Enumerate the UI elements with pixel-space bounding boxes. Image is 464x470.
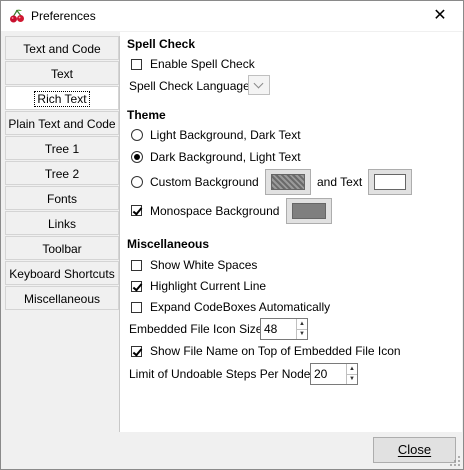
- custom-background-radio[interactable]: [131, 176, 143, 188]
- expand-codeboxes-checkbox[interactable]: [131, 302, 142, 313]
- sidebar-item-label: Text: [50, 67, 73, 81]
- enable-spell-check-checkbox[interactable]: [131, 59, 142, 70]
- close-button-label: Close: [397, 442, 432, 457]
- window-title: Preferences: [31, 9, 96, 23]
- monospace-background-swatch: [292, 203, 326, 219]
- sidebar-item-keyboard-shortcuts[interactable]: Keyboard Shortcuts: [5, 261, 119, 285]
- monospace-background-color-button[interactable]: [286, 198, 332, 224]
- enable-spell-check-label: Enable Spell Check: [150, 57, 255, 71]
- sidebar-item-label: Fonts: [46, 192, 77, 206]
- preferences-window: Preferences ✕ Text and Code Text Rich Te…: [0, 0, 464, 470]
- close-window-icon[interactable]: ✕: [425, 5, 455, 27]
- show-white-spaces-label: Show White Spaces: [150, 258, 258, 272]
- sidebar-item-miscellaneous[interactable]: Miscellaneous: [5, 286, 119, 310]
- miscellaneous-heading: Miscellaneous: [127, 237, 210, 251]
- stepper-down-icon[interactable]: ▼: [297, 329, 307, 339]
- preferences-sidebar: Text and Code Text Rich Text Plain Text …: [5, 36, 119, 312]
- sidebar-item-fonts[interactable]: Fonts: [5, 186, 119, 210]
- monospace-background-checkbox[interactable]: [131, 205, 142, 216]
- sidebar-item-label: Text and Code: [23, 42, 101, 56]
- custom-text-color-button[interactable]: [368, 169, 412, 195]
- dark-background-label: Dark Background, Light Text: [150, 150, 301, 164]
- dark-background-radio[interactable]: [131, 151, 143, 163]
- cherry-icon: [10, 9, 24, 23]
- highlight-current-line-label: Highlight Current Line: [150, 279, 267, 293]
- rich-text-settings-panel: Spell Check Enable Spell Check Spell Che…: [120, 32, 462, 432]
- sidebar-item-plain-text-and-code[interactable]: Plain Text and Code: [5, 111, 119, 135]
- undo-limit-stepper[interactable]: 20 ▲ ▼: [310, 363, 358, 385]
- chevron-down-icon: [253, 78, 264, 89]
- light-background-radio[interactable]: [131, 129, 143, 141]
- custom-background-color-button[interactable]: [265, 169, 311, 195]
- custom-background-label: Custom Background: [150, 175, 259, 189]
- custom-background-swatch: [271, 174, 305, 190]
- stepper-buttons: ▲ ▼: [296, 319, 307, 339]
- stepper-down-icon[interactable]: ▼: [347, 374, 357, 384]
- sidebar-item-tree-2[interactable]: Tree 2: [5, 161, 119, 185]
- sidebar-item-label: Plain Text and Code: [8, 117, 116, 131]
- and-text-label: and Text: [317, 175, 363, 189]
- spell-check-language-label: Spell Check Language: [129, 79, 250, 93]
- sidebar-item-label: Miscellaneous: [23, 292, 101, 306]
- undo-limit-value: 20: [314, 367, 328, 381]
- show-file-name-checkbox[interactable]: [131, 346, 142, 357]
- sidebar-item-text[interactable]: Text: [5, 61, 119, 85]
- sidebar-item-tree-1[interactable]: Tree 1: [5, 136, 119, 160]
- sidebar-item-label: Rich Text: [34, 91, 90, 107]
- sidebar-item-label: Tree 1: [44, 142, 80, 156]
- resize-grip-icon[interactable]: [449, 455, 461, 467]
- sidebar-item-links[interactable]: Links: [5, 211, 119, 235]
- custom-text-swatch: [374, 174, 406, 190]
- icon-size-value: 48: [264, 322, 278, 336]
- theme-heading: Theme: [127, 108, 166, 122]
- show-white-spaces-checkbox[interactable]: [131, 260, 142, 271]
- expand-codeboxes-label: Expand CodeBoxes Automatically: [150, 300, 331, 314]
- sidebar-item-rich-text[interactable]: Rich Text: [5, 86, 119, 110]
- sidebar-item-toolbar[interactable]: Toolbar: [5, 236, 119, 260]
- sidebar-item-label: Tree 2: [44, 167, 80, 181]
- close-button[interactable]: Close: [373, 437, 456, 463]
- embedded-file-icon-size-label: Embedded File Icon Size: [129, 322, 263, 336]
- sidebar-item-label: Links: [47, 217, 76, 231]
- monospace-background-label: Monospace Background: [150, 204, 280, 218]
- sidebar-item-label: Toolbar: [42, 242, 82, 256]
- show-file-name-label: Show File Name on Top of Embedded File I…: [150, 344, 401, 358]
- undo-limit-label: Limit of Undoable Steps Per Node: [129, 367, 311, 381]
- light-background-label: Light Background, Dark Text: [150, 128, 301, 142]
- spell-check-language-select[interactable]: [248, 75, 270, 95]
- title-bar: Preferences ✕: [1, 1, 463, 31]
- stepper-buttons: ▲ ▼: [346, 364, 357, 384]
- embedded-file-icon-size-stepper[interactable]: 48 ▲ ▼: [260, 318, 308, 340]
- sidebar-item-text-and-code[interactable]: Text and Code: [5, 36, 119, 60]
- highlight-current-line-checkbox[interactable]: [131, 281, 142, 292]
- spell-check-heading: Spell Check: [127, 37, 196, 51]
- sidebar-item-label: Keyboard Shortcuts: [9, 267, 115, 281]
